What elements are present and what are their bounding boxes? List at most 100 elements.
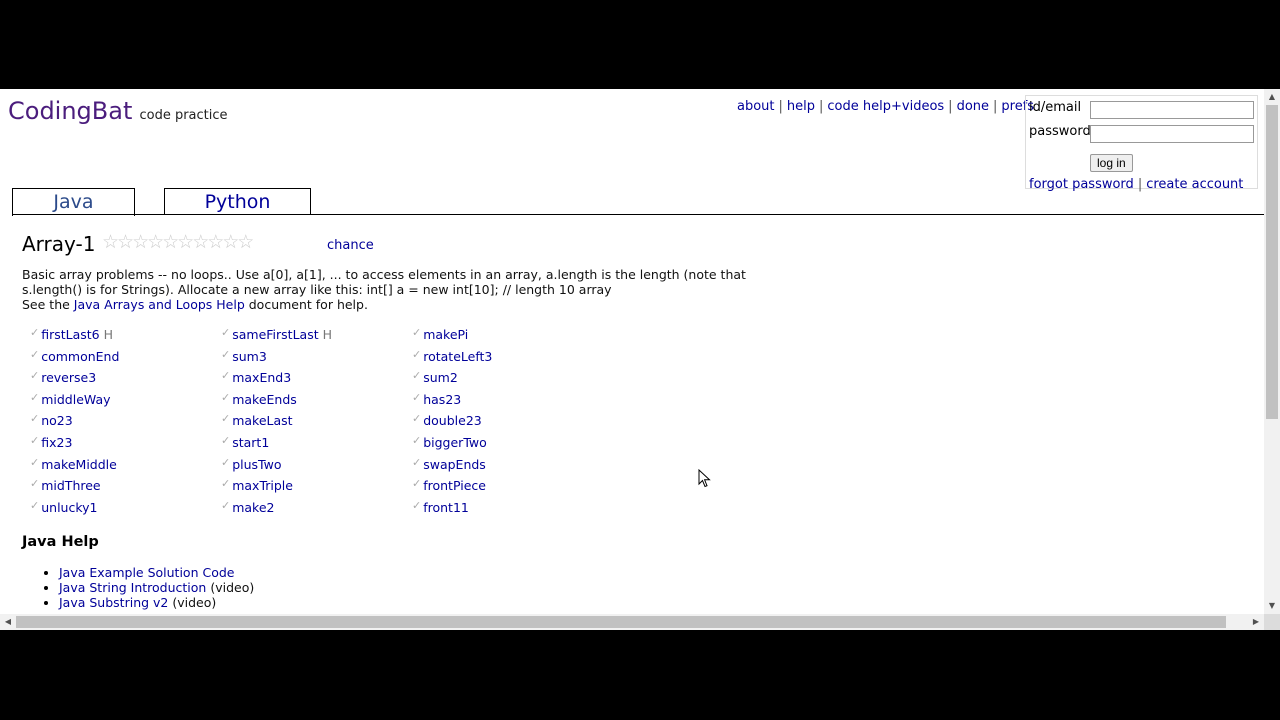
check-mark-icon: ✓	[412, 347, 422, 361]
problem-link[interactable]: sum2	[423, 370, 458, 385]
check-mark-icon: ✓	[30, 412, 40, 426]
problem-item: ✓ makeLast	[221, 412, 332, 435]
problem-link[interactable]: firstLast6	[41, 327, 99, 342]
problem-item: ✓ fix23	[30, 434, 119, 457]
problem-link[interactable]: makeMiddle	[41, 457, 117, 472]
scroll-right-icon[interactable]: ▶	[1248, 614, 1264, 630]
tab-divider	[12, 214, 1264, 215]
problem-link[interactable]: has23	[423, 392, 461, 407]
help-list-item: Java Substring v2 (video)	[59, 595, 254, 610]
problem-link[interactable]: makeEnds	[232, 392, 297, 407]
login-separator: |	[1137, 177, 1143, 192]
check-mark-icon: ✓	[30, 455, 40, 469]
help-link[interactable]: Java Substring v2	[59, 595, 168, 610]
tab-python[interactable]: Python	[164, 188, 311, 215]
help-link[interactable]: Java Example Solution Code	[59, 565, 234, 580]
check-mark-icon: ✓	[412, 326, 422, 339]
problem-item: ✓ double23	[412, 412, 492, 435]
forgot-password-link[interactable]: forgot password	[1029, 177, 1134, 192]
tab-java[interactable]: Java	[12, 188, 135, 216]
problem-link[interactable]: reverse3	[41, 370, 96, 385]
login-box: id/email password log in forgot password…	[1025, 95, 1258, 192]
check-mark-icon: ✓	[221, 326, 231, 339]
problem-link[interactable]: makePi	[423, 327, 468, 342]
problem-item: ✓ no23	[30, 412, 119, 435]
nav-code-help-videos-link[interactable]: code help+videos	[827, 99, 944, 114]
site-logo[interactable]: CodingBat	[8, 97, 132, 125]
problem-link[interactable]: start1	[232, 435, 269, 450]
check-mark-icon: ✓	[412, 477, 422, 491]
problem-item: ✓ swapEnds	[412, 455, 492, 479]
problem-item: ✓ midThree	[30, 477, 119, 500]
problem-item: ✓ make2	[221, 499, 332, 522]
problem-item: ✓ front11	[412, 499, 492, 522]
problem-item: ✓ firstLast6 H	[30, 326, 119, 349]
check-mark-icon: ✓	[412, 369, 422, 383]
password-label: password	[1029, 124, 1091, 139]
problem-link[interactable]: plusTwo	[232, 457, 281, 472]
password-input[interactable]	[1090, 125, 1254, 143]
star-outline-icon: ☆☆☆☆☆☆☆☆☆☆	[102, 231, 254, 253]
problem-item: ✓ makeMiddle	[30, 455, 119, 479]
check-mark-icon: ✓	[221, 433, 231, 447]
description-line: See the Java Arrays and Loops Help docum…	[22, 297, 752, 312]
problem-item: ✓ frontPiece	[412, 477, 492, 500]
nav-separator: |	[778, 99, 783, 114]
problem-link[interactable]: unlucky1	[41, 500, 97, 515]
horizontal-scroll-thumb[interactable]	[16, 616, 1226, 628]
problem-link[interactable]: maxTriple	[232, 478, 293, 493]
problem-link[interactable]: sameFirstLast	[232, 327, 318, 342]
problem-item: ✓ makePi	[412, 326, 492, 349]
vertical-scrollbar[interactable]: ▲ ▼	[1264, 89, 1280, 614]
check-mark-icon: ✓	[221, 412, 231, 426]
problem-link[interactable]: midThree	[41, 478, 100, 493]
problem-link[interactable]: biggerTwo	[423, 435, 487, 450]
problem-link[interactable]: swapEnds	[423, 457, 486, 472]
problem-link[interactable]: double23	[423, 413, 482, 428]
create-account-link[interactable]: create account	[1146, 177, 1243, 192]
problem-item: ✓ sameFirstLast H	[221, 326, 333, 349]
top-nav: about | help | code help+videos | done | prefs	[737, 99, 1034, 114]
problem-link[interactable]: fix23	[41, 435, 72, 450]
help-link[interactable]: Java String Introduction	[59, 580, 206, 595]
problem-link[interactable]: make2	[232, 500, 274, 515]
scroll-left-icon[interactable]: ◀	[0, 614, 16, 630]
problem-link[interactable]: makeLast	[232, 413, 292, 428]
problem-link[interactable]: maxEnd3	[232, 370, 291, 385]
id-email-input[interactable]	[1090, 101, 1254, 119]
check-mark-icon: ✓	[412, 455, 422, 469]
nav-separator: |	[948, 99, 953, 114]
scroll-up-icon[interactable]: ▲	[1264, 89, 1280, 105]
problem-item: ✓ unlucky1	[30, 499, 119, 522]
scroll-down-icon[interactable]: ▼	[1264, 598, 1280, 614]
nav-done-link[interactable]: done	[957, 99, 989, 114]
check-mark-icon: ✓	[221, 347, 231, 361]
check-mark-icon: ✓	[30, 326, 40, 339]
check-mark-icon: ✓	[221, 369, 231, 383]
help-list: Java Example Solution CodeJava String In…	[59, 565, 254, 610]
nav-about-link[interactable]: about	[737, 99, 775, 114]
problem-item: ✓ biggerTwo	[412, 434, 492, 457]
problem-item: ✓ middleWay	[30, 391, 119, 414]
check-mark-icon: ✓	[30, 347, 40, 361]
description-line: Basic array problems -- no loops.. Use a…	[22, 267, 746, 282]
nav-help-link[interactable]: help	[787, 99, 815, 114]
problem-link[interactable]: no23	[41, 413, 72, 428]
vertical-scroll-thumb[interactable]	[1266, 105, 1278, 419]
java-arrays-loops-help-link[interactable]: Java Arrays and Loops Help	[74, 297, 245, 312]
problem-link[interactable]: front11	[423, 500, 469, 515]
check-mark-icon: ✓	[412, 412, 422, 426]
problem-link[interactable]: commonEnd	[41, 349, 119, 364]
help-list-item: Java Example Solution Code	[59, 565, 254, 580]
chance-link[interactable]: chance	[327, 238, 374, 253]
problem-column-3: ✓ makePi ✓ rotateLeft3 ✓ sum2 ✓ has23 ✓ double23 ✓…	[412, 326, 492, 522]
problem-link[interactable]: frontPiece	[423, 478, 486, 493]
hint-marker: H	[322, 327, 333, 342]
problem-link[interactable]: sum3	[232, 349, 267, 364]
problem-link[interactable]: middleWay	[41, 392, 110, 407]
horizontal-scrollbar[interactable]: ◀ ▶	[0, 614, 1264, 630]
problem-item: ✓ sum2	[412, 369, 492, 392]
problem-link[interactable]: rotateLeft3	[423, 349, 492, 364]
login-button[interactable]: log in	[1090, 154, 1133, 172]
description-text: document for help.	[244, 297, 368, 312]
